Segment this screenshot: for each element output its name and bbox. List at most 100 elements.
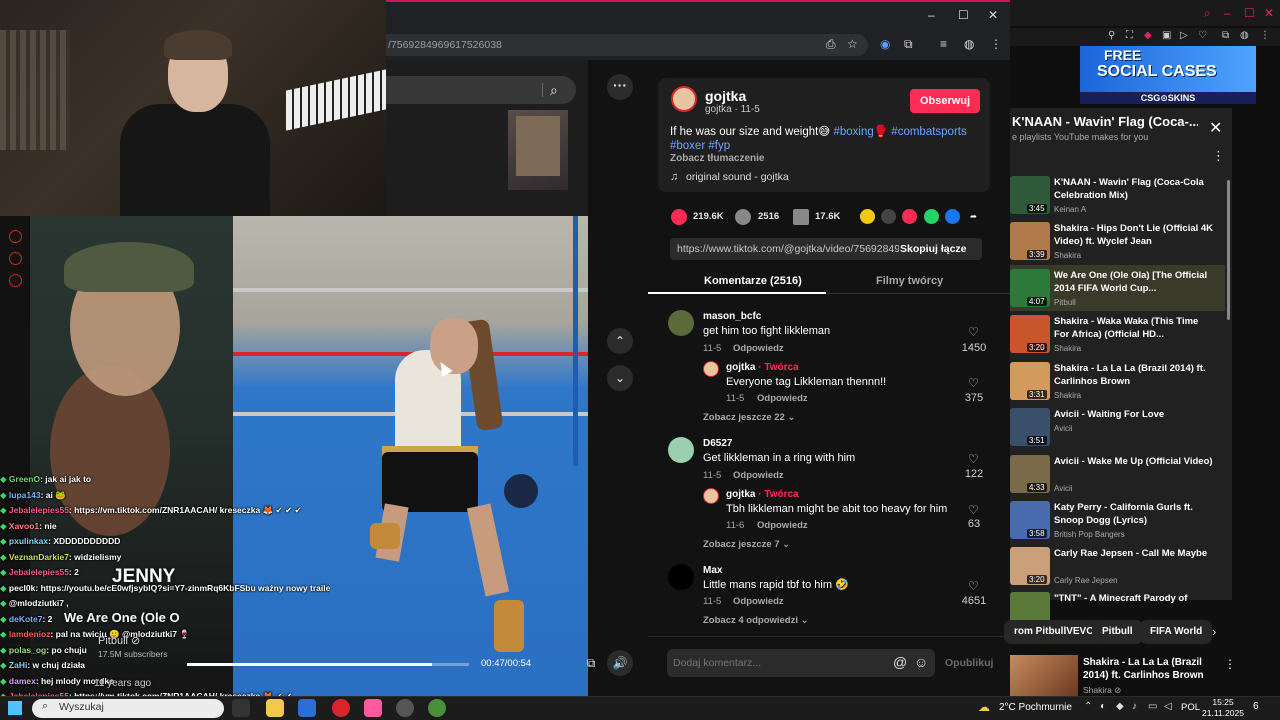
chat-username[interactable]: ZaHi <box>9 660 27 670</box>
menu-icon[interactable]: ⋮ <box>1260 30 1270 41</box>
playlist-item-title[interactable]: K'NAAN - Wavin' Flag (Coca-Cola Celebrat… <box>1054 176 1214 202</box>
chips-next-icon[interactable]: › <box>1212 624 1216 639</box>
publish-button[interactable]: Opublikuj <box>945 657 993 669</box>
notification-icon[interactable]: 6 <box>1253 701 1259 712</box>
comment-user[interactable]: D6527 <box>703 438 732 449</box>
shield-icon[interactable]: ◆ <box>1144 30 1152 41</box>
follow-button[interactable]: Obserwuj <box>910 89 980 113</box>
bookmark-icon[interactable] <box>793 209 809 225</box>
shield-icon[interactable] <box>9 252 22 265</box>
extension-icon[interactable]: ◉ <box>880 37 890 51</box>
puzzle-icon[interactable]: ⧉ <box>904 37 913 52</box>
profile-icon[interactable]: ◍ <box>964 37 974 51</box>
reply-user[interactable]: gojtka · Twórca <box>726 362 799 373</box>
network-icon[interactable]: ▭ <box>1148 701 1157 712</box>
comment-heart-icon[interactable]: ♡ <box>968 376 979 390</box>
recommended-channel[interactable]: Shakira ⊘ <box>1083 685 1121 696</box>
reply-button[interactable]: Odpowiedz <box>733 470 784 481</box>
volume-icon[interactable]: ◁ <box>1164 701 1172 712</box>
commenter-avatar[interactable] <box>668 564 694 590</box>
crop-icon[interactable]: ⛶ <box>1126 30 1133 41</box>
playlist-item[interactable]: 3:51 Avicii - Waiting For Love Avicii <box>1010 404 1225 450</box>
chat-username[interactable]: pxulinkax <box>9 536 48 546</box>
browser-menu-icon[interactable]: ⋮ <box>990 37 1002 51</box>
close-window-button[interactable]: ✕ <box>1264 6 1274 20</box>
author-avatar[interactable] <box>671 86 697 112</box>
task-view-icon[interactable] <box>232 699 250 717</box>
clock-time[interactable]: 15:25 <box>1205 697 1241 707</box>
author-name[interactable]: gojtka <box>705 88 746 104</box>
media-icon[interactable]: ≡ <box>940 37 947 51</box>
comment-user[interactable]: mason_bcfc <box>703 311 761 322</box>
profile-icon[interactable]: ◍ <box>1240 30 1249 41</box>
chip-fifa-world[interactable]: FIFA World <box>1140 620 1213 644</box>
playlist-menu-icon[interactable]: ⋮ <box>1212 148 1225 164</box>
comment-heart-icon[interactable]: ♡ <box>968 503 979 517</box>
whatsapp-icon[interactable] <box>924 209 939 224</box>
translate-link[interactable]: Zobacz tłumaczenie <box>670 153 764 164</box>
playlist-item-title[interactable]: Carly Rae Jepsen - Call Me Maybe <box>1054 547 1214 560</box>
playlist-item-title[interactable]: Shakira - La La La (Brazil 2014) ft. Car… <box>1054 362 1214 388</box>
playlist-item[interactable]: 3:45 K'NAAN - Wavin' Flag (Coca-Cola Cele… <box>1010 172 1225 218</box>
gear-icon[interactable] <box>9 274 22 287</box>
minimize-button[interactable]: – <box>928 8 935 22</box>
language-indicator[interactable]: POL <box>1181 702 1200 713</box>
comment-heart-icon[interactable]: ♡ <box>968 452 979 466</box>
share-arrow-icon[interactable]: ➦ <box>966 209 981 224</box>
playlist-item[interactable]: 3:20 Carly Rae Jepsen - Call Me Maybe Carl… <box>1010 543 1225 589</box>
search-icon[interactable]: ⌕ <box>550 82 558 99</box>
puzzle-icon[interactable]: ⧉ <box>1222 30 1229 41</box>
chat-username[interactable]: Xavoo1 <box>9 521 39 531</box>
coin-icon[interactable] <box>860 209 875 224</box>
playlist-scrollbar[interactable] <box>1227 180 1230 320</box>
chat-username[interactable]: deKote7 <box>9 614 43 624</box>
clock-icon[interactable] <box>9 230 22 243</box>
playlist-item-title[interactable]: Avicii - Wake Me Up (Official Video) <box>1054 455 1214 468</box>
recommended-thumbnail[interactable] <box>1010 655 1078 696</box>
playlist-item[interactable]: 3:31 Shakira - La La La (Brazil 2014) ft.… <box>1010 358 1225 404</box>
chat-username[interactable]: polas_og <box>9 645 46 655</box>
playlist-item-title[interactable]: We Are One (Ole Ola) [The Official 2014 … <box>1054 269 1214 295</box>
chat-username[interactable]: pecl0k <box>9 583 35 593</box>
maximize-button[interactable]: ☐ <box>1244 6 1255 20</box>
tab-creator-videos[interactable]: Filmy twórcy <box>876 275 943 287</box>
creator-avatar[interactable] <box>703 361 719 377</box>
address-url[interactable]: /7569284969617526038 <box>388 39 502 51</box>
opera-icon[interactable] <box>332 699 350 717</box>
playlist-item-title[interactable]: Avicii - Waiting For Love <box>1054 408 1214 421</box>
more-options-button[interactable]: ··· <box>607 74 633 100</box>
send-icon[interactable] <box>902 209 917 224</box>
chat-username[interactable]: damex <box>9 676 36 686</box>
playlist-item[interactable]: 3:20 Shakira - Waka Waka (This Time For A… <box>1010 311 1225 357</box>
reply-button[interactable]: Odpowiedz <box>757 393 808 404</box>
facebook-icon[interactable] <box>945 209 960 224</box>
chip-pitbull[interactable]: Pitbull <box>1092 620 1143 644</box>
playlist-item-title[interactable]: Shakira - Waka Waka (This Time For Afric… <box>1054 315 1214 341</box>
chrome-icon[interactable] <box>428 699 446 717</box>
install-icon[interactable]: ⎙ <box>826 37 836 52</box>
app-gray-icon[interactable] <box>396 699 414 717</box>
chip-from-pitbullvevo[interactable]: rom PitbullVEVO <box>1004 620 1105 644</box>
commenter-avatar[interactable] <box>668 310 694 336</box>
tray-up-icon[interactable]: ⌃ <box>1084 701 1092 712</box>
comment-icon[interactable] <box>735 209 751 225</box>
creator-avatar[interactable] <box>703 488 719 504</box>
maximize-button[interactable]: ☐ <box>958 8 969 22</box>
comment-user[interactable]: Max <box>703 565 722 576</box>
clock-date[interactable]: 21.11.2025 <box>1199 708 1247 718</box>
chat-username[interactable]: lupa143 <box>9 490 41 500</box>
playlist-item[interactable]: 3:39 Shakira - Hips Don't Lie (Official 4… <box>1010 218 1225 264</box>
heart-icon[interactable]: ♡ <box>1198 30 1207 41</box>
show-more-replies[interactable]: Zobacz 4 odpowiedzi ⌄ <box>703 615 809 626</box>
embed-icon[interactable] <box>881 209 896 224</box>
search-icon[interactable]: ⌕ <box>1204 6 1211 21</box>
reply-user[interactable]: gojtka · Twórca <box>726 489 799 500</box>
tray-app-icon[interactable]: ◐ <box>1100 701 1106 712</box>
close-playlist-icon[interactable]: ✕ <box>1209 118 1222 138</box>
playlist-title[interactable]: K'NAAN - Wavin' Flag (Coca-... <box>1012 114 1198 129</box>
comment-heart-icon[interactable]: ♡ <box>968 325 979 339</box>
taskbar-search-text[interactable]: Wyszukaj <box>59 701 104 713</box>
minimize-button[interactable]: – <box>1224 6 1231 20</box>
commenter-avatar[interactable] <box>668 437 694 463</box>
weather-text[interactable]: 2°C Pochmurnie <box>999 702 1072 713</box>
